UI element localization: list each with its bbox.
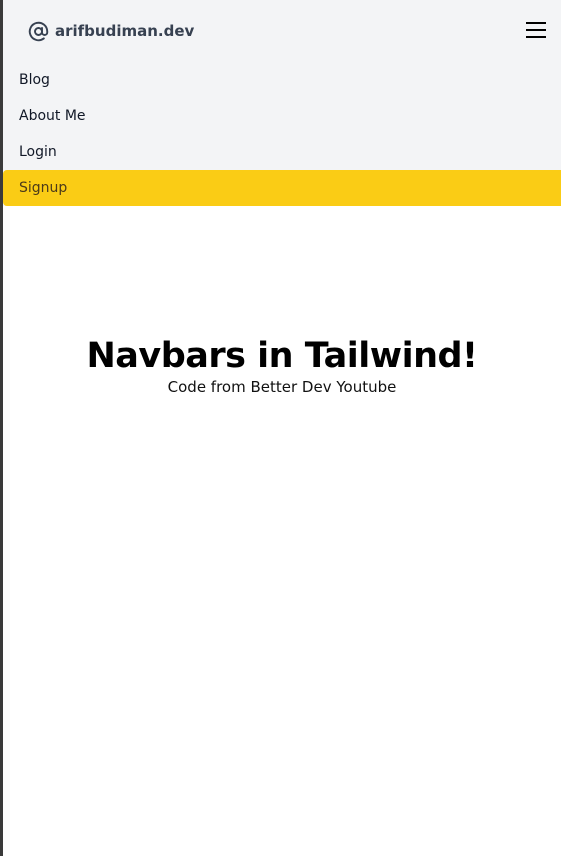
page-title: Navbars in Tailwind!: [86, 336, 478, 376]
nav-link-about-me[interactable]: About Me: [3, 98, 561, 134]
brand-link[interactable]: arifbudiman.dev: [28, 21, 194, 42]
nav-link-signup[interactable]: Signup: [3, 170, 561, 206]
nav-link-login[interactable]: Login: [3, 134, 561, 170]
brand-name: arifbudiman.dev: [55, 22, 195, 40]
nav-links: Blog About Me Login Signup: [3, 62, 561, 206]
navbar: arifbudiman.dev Blog About Me Login Sign…: [3, 0, 561, 206]
navbar-top: arifbudiman.dev: [3, 0, 561, 62]
hero-section: Navbars in Tailwind! Code from Better De…: [3, 334, 561, 396]
menu-toggle-button[interactable]: [524, 19, 548, 43]
hamburger-menu-icon: [526, 21, 546, 41]
browser-viewport: arifbudiman.dev Blog About Me Login Sign…: [0, 0, 561, 856]
at-sign-icon: [28, 21, 49, 42]
page-subtitle: Code from Better Dev Youtube: [167, 378, 397, 396]
nav-link-blog[interactable]: Blog: [3, 62, 561, 98]
